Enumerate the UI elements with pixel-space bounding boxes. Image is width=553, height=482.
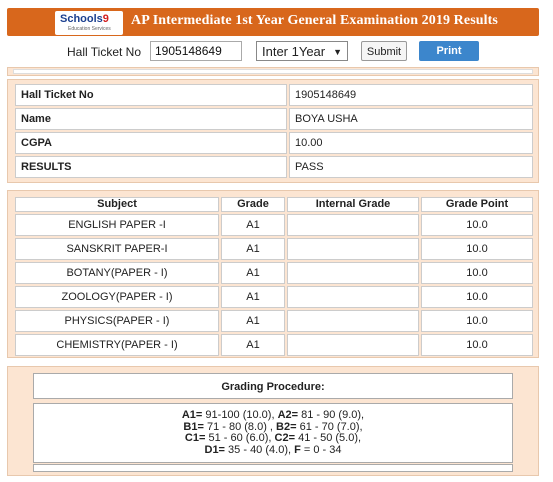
value-name: BOYA USHA — [289, 108, 533, 130]
table-cell-subject: SANSKRIT PAPER-I — [15, 238, 219, 260]
header-grade: Grade — [221, 197, 285, 212]
hall-ticket-input[interactable]: 1905148649 — [150, 41, 242, 61]
year-select[interactable]: Inter 1Year ▼ — [256, 41, 348, 61]
submit-button[interactable]: Submit — [361, 41, 407, 61]
table-cell-subject: CHEMISTRY(PAPER - I) — [15, 334, 219, 356]
value-cgpa: 10.00 — [289, 132, 533, 154]
label-name: Name — [15, 108, 287, 130]
grading-procedure-title: Grading Procedure: — [33, 373, 513, 399]
value-hall-ticket: 1905148649 — [289, 84, 533, 106]
table-cell-internal-grade — [287, 214, 419, 236]
logo-tagline: Education Services — [68, 26, 111, 32]
table-cell-grade: A1 — [221, 214, 285, 236]
table-cell-grade-point: 10.0 — [421, 214, 533, 236]
print-button[interactable]: Print — [419, 41, 479, 61]
table-cell-subject: PHYSICS(PAPER - I) — [15, 310, 219, 332]
table-cell-internal-grade — [287, 310, 419, 332]
page-title: AP Intermediate 1st Year General Examina… — [131, 13, 498, 28]
table-cell-grade: A1 — [221, 238, 285, 260]
student-info-panel: Hall Ticket No 1905148649 Name BOYA USHA… — [7, 79, 539, 183]
table-cell-grade-point: 10.0 — [421, 334, 533, 356]
header-internal-grade: Internal Grade — [287, 197, 419, 212]
table-cell-grade: A1 — [221, 334, 285, 356]
year-select-value: Inter 1Year — [262, 44, 326, 59]
table-cell-subject: BOTANY(PAPER - I) — [15, 262, 219, 284]
hall-ticket-label: Hall Ticket No — [67, 45, 142, 59]
table-cell-grade-point: 10.0 — [421, 262, 533, 284]
table-cell-internal-grade — [287, 334, 419, 356]
header-grade-point: Grade Point — [421, 197, 533, 212]
grading-footer — [33, 464, 513, 472]
table-cell-grade: A1 — [221, 310, 285, 332]
table-cell-internal-grade — [287, 238, 419, 260]
marks-table-panel: Subject Grade Internal Grade Grade Point… — [7, 190, 539, 358]
header-bar: Schools9 Education Services AP Intermedi… — [7, 8, 539, 36]
table-cell-grade: A1 — [221, 262, 285, 284]
search-form: Hall Ticket No 1905148649 Inter 1Year ▼ … — [0, 40, 553, 64]
value-results: PASS — [289, 156, 533, 178]
table-cell-grade-point: 10.0 — [421, 286, 533, 308]
table-cell-internal-grade — [287, 286, 419, 308]
table-cell-grade-point: 10.0 — [421, 310, 533, 332]
separator-strip — [7, 67, 539, 76]
grading-line: D1= 35 - 40 (4.0), F = 0 - 34 — [204, 443, 342, 456]
table-cell-grade-point: 10.0 — [421, 238, 533, 260]
label-cgpa: CGPA — [15, 132, 287, 154]
table-cell-subject: ZOOLOGY(PAPER - I) — [15, 286, 219, 308]
header-subject: Subject — [15, 197, 219, 212]
table-cell-internal-grade — [287, 262, 419, 284]
table-cell-grade: A1 — [221, 286, 285, 308]
dropdown-arrow-icon: ▼ — [333, 47, 342, 57]
logo-text: Schools9 — [60, 13, 109, 25]
grading-procedure-text: A1= 91-100 (10.0), A2= 81 - 90 (9.0), B1… — [33, 403, 513, 463]
table-cell-subject: ENGLISH PAPER -I — [15, 214, 219, 236]
schools9-logo[interactable]: Schools9 Education Services — [55, 11, 123, 35]
grading-procedure-panel: Grading Procedure: A1= 91-100 (10.0), A2… — [7, 366, 539, 476]
label-results: RESULTS — [15, 156, 287, 178]
label-hall-ticket: Hall Ticket No — [15, 84, 287, 106]
